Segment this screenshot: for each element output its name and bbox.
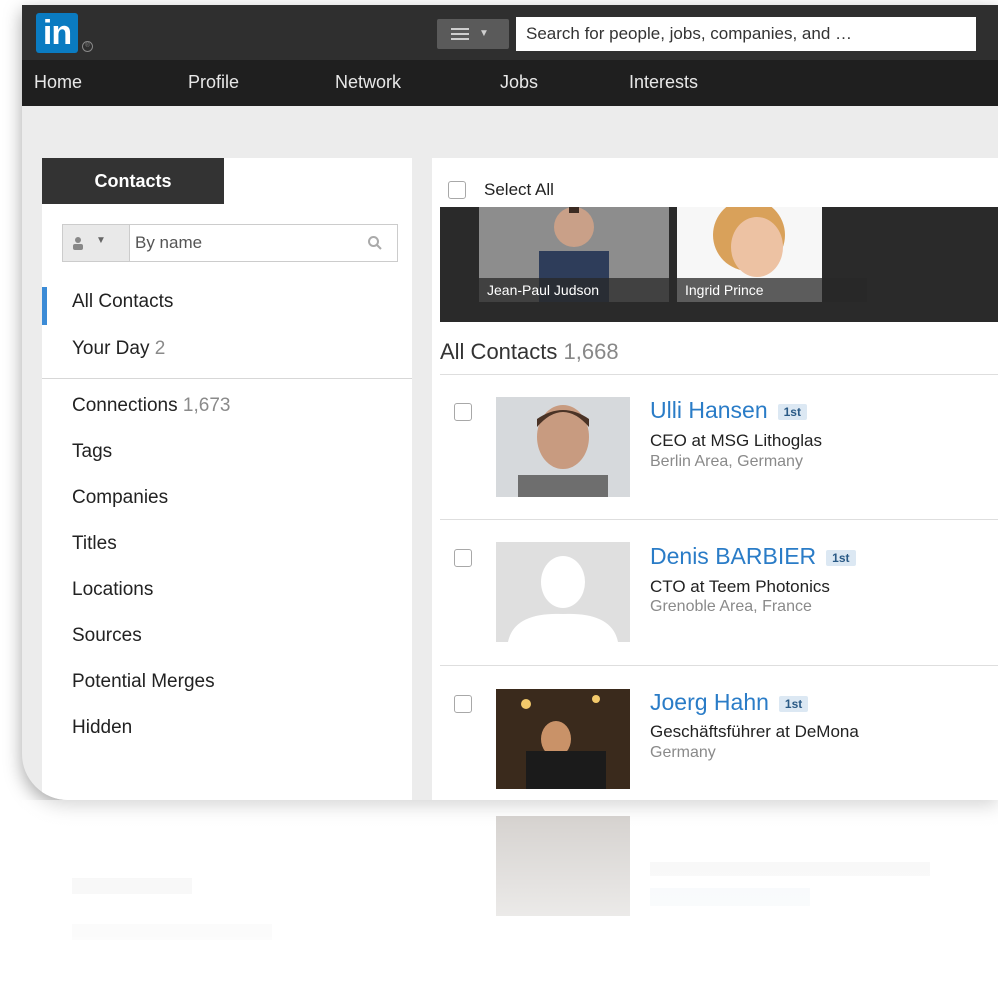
degree-badge: 1st [778, 695, 809, 712]
sidebar-item-label: Your Day [72, 338, 150, 359]
section-count: 1,668 [563, 339, 619, 364]
search-category-button[interactable]: ▼ [437, 19, 509, 49]
search-input[interactable] [516, 17, 976, 51]
sidebar-item-label: Titles [72, 533, 117, 554]
sidebar-item-companies[interactable]: Companies [72, 487, 168, 509]
profile-photo [496, 397, 630, 497]
sidebar-item-count: 2 [154, 338, 166, 359]
contact-checkbox[interactable] [454, 403, 472, 421]
sidebar-item-count: 1,673 [182, 395, 231, 416]
sidebar-item-hidden[interactable]: Hidden [72, 717, 132, 739]
sidebar-item-all-contacts[interactable]: All Contacts [72, 291, 173, 313]
default-avatar-icon [496, 542, 630, 642]
contact-location: Berlin Area, Germany [650, 453, 803, 470]
contact-avatar[interactable] [496, 542, 630, 642]
contact-name: Ulli Hansen [650, 397, 768, 423]
contact-checkbox[interactable] [454, 695, 472, 713]
contact-name: Denis BARBIER [650, 543, 817, 569]
tab-contacts[interactable]: Contacts [42, 158, 224, 204]
contact-name-link[interactable]: Joerg Hahn 1st [650, 689, 809, 716]
filter-name-input[interactable] [133, 227, 357, 259]
section-title-text: All Contacts [440, 339, 558, 364]
contact-avatar[interactable] [496, 689, 630, 789]
sidebar-item-label: Companies [72, 487, 169, 508]
sidebar-item-sources[interactable]: Sources [72, 625, 142, 647]
sidebar-item-label: Connections [72, 395, 178, 416]
nav-jobs[interactable]: Jobs [500, 72, 538, 93]
search-icon[interactable] [367, 235, 383, 251]
divider [42, 378, 412, 379]
select-all-label: Select All [484, 180, 554, 199]
chevron-down-icon: ▼ [479, 28, 489, 39]
nav-profile[interactable]: Profile [188, 72, 239, 93]
contact-title: CEO at MSG Lithoglas [650, 431, 822, 450]
select-all-checkbox[interactable] [448, 181, 466, 199]
app-window: in ® ▼ Home Profile Network Jobs Interes… [22, 5, 998, 800]
sidebar-item-titles[interactable]: Titles [72, 533, 117, 555]
contact-title: CTO at Teem Photonics [650, 577, 830, 596]
contact-avatar[interactable] [496, 397, 630, 497]
highlight-name: Ingrid Prince [677, 278, 867, 302]
nav-interests[interactable]: Interests [629, 72, 698, 93]
degree-badge: 1st [826, 549, 856, 566]
sidebar-item-potential-merges[interactable]: Potential Merges [72, 671, 215, 693]
sidebar-item-locations[interactable]: Locations [72, 579, 153, 601]
sidebar-item-tags[interactable]: Tags [72, 441, 112, 463]
section-title: All Contacts 1,668 [440, 339, 619, 365]
reflection [22, 800, 998, 1006]
nav-home[interactable]: Home [34, 72, 82, 93]
sidebar-item-label: Locations [72, 579, 154, 600]
sidebar-item-label: All Contacts [72, 291, 174, 312]
profile-photo [496, 689, 630, 789]
chevron-down-icon: ▼ [96, 235, 106, 246]
active-indicator [42, 287, 47, 325]
filter-type-dropdown[interactable]: ▼ [63, 225, 130, 261]
sidebar-item-connections[interactable]: Connections 1,673 [72, 395, 230, 417]
linkedin-logo[interactable]: in [36, 13, 78, 53]
sidebar-item-label: Sources [72, 625, 142, 646]
contact-name: Joerg Hahn [650, 689, 769, 715]
main-nav: Home Profile Network Jobs Interests [22, 60, 998, 106]
nav-network[interactable]: Network [335, 72, 401, 93]
contact-title: Geschäftsführer at DeMona [650, 722, 859, 741]
list-icon [451, 28, 469, 40]
sidebar-item-your-day[interactable]: Your Day 2 [72, 338, 165, 360]
divider [440, 519, 998, 520]
sidebar-item-label: Hidden [72, 717, 133, 738]
contact-location: Germany [650, 744, 716, 761]
highlight-name: Jean-Paul Judson [479, 278, 669, 302]
divider [440, 374, 998, 375]
divider [440, 665, 998, 666]
reflection-fade [22, 800, 998, 1006]
contact-location: Grenoble Area, France [650, 598, 812, 615]
contact-name-link[interactable]: Ulli Hansen 1st [650, 397, 807, 424]
contact-checkbox[interactable] [454, 549, 472, 567]
degree-badge: 1st [777, 403, 807, 420]
people-icon [73, 237, 83, 250]
contact-filter: ▼ [62, 224, 398, 262]
highlight-card[interactable]: Ingrid Prince [677, 207, 867, 302]
sidebar-item-label: Potential Merges [72, 671, 215, 692]
contact-name-link[interactable]: Denis BARBIER 1st [650, 543, 856, 570]
registered-mark-icon: ® [82, 41, 93, 52]
top-bar: in ® ▼ [22, 5, 998, 60]
sidebar-item-label: Tags [72, 441, 113, 462]
highlight-card[interactable]: Jean-Paul Judson [479, 207, 669, 302]
